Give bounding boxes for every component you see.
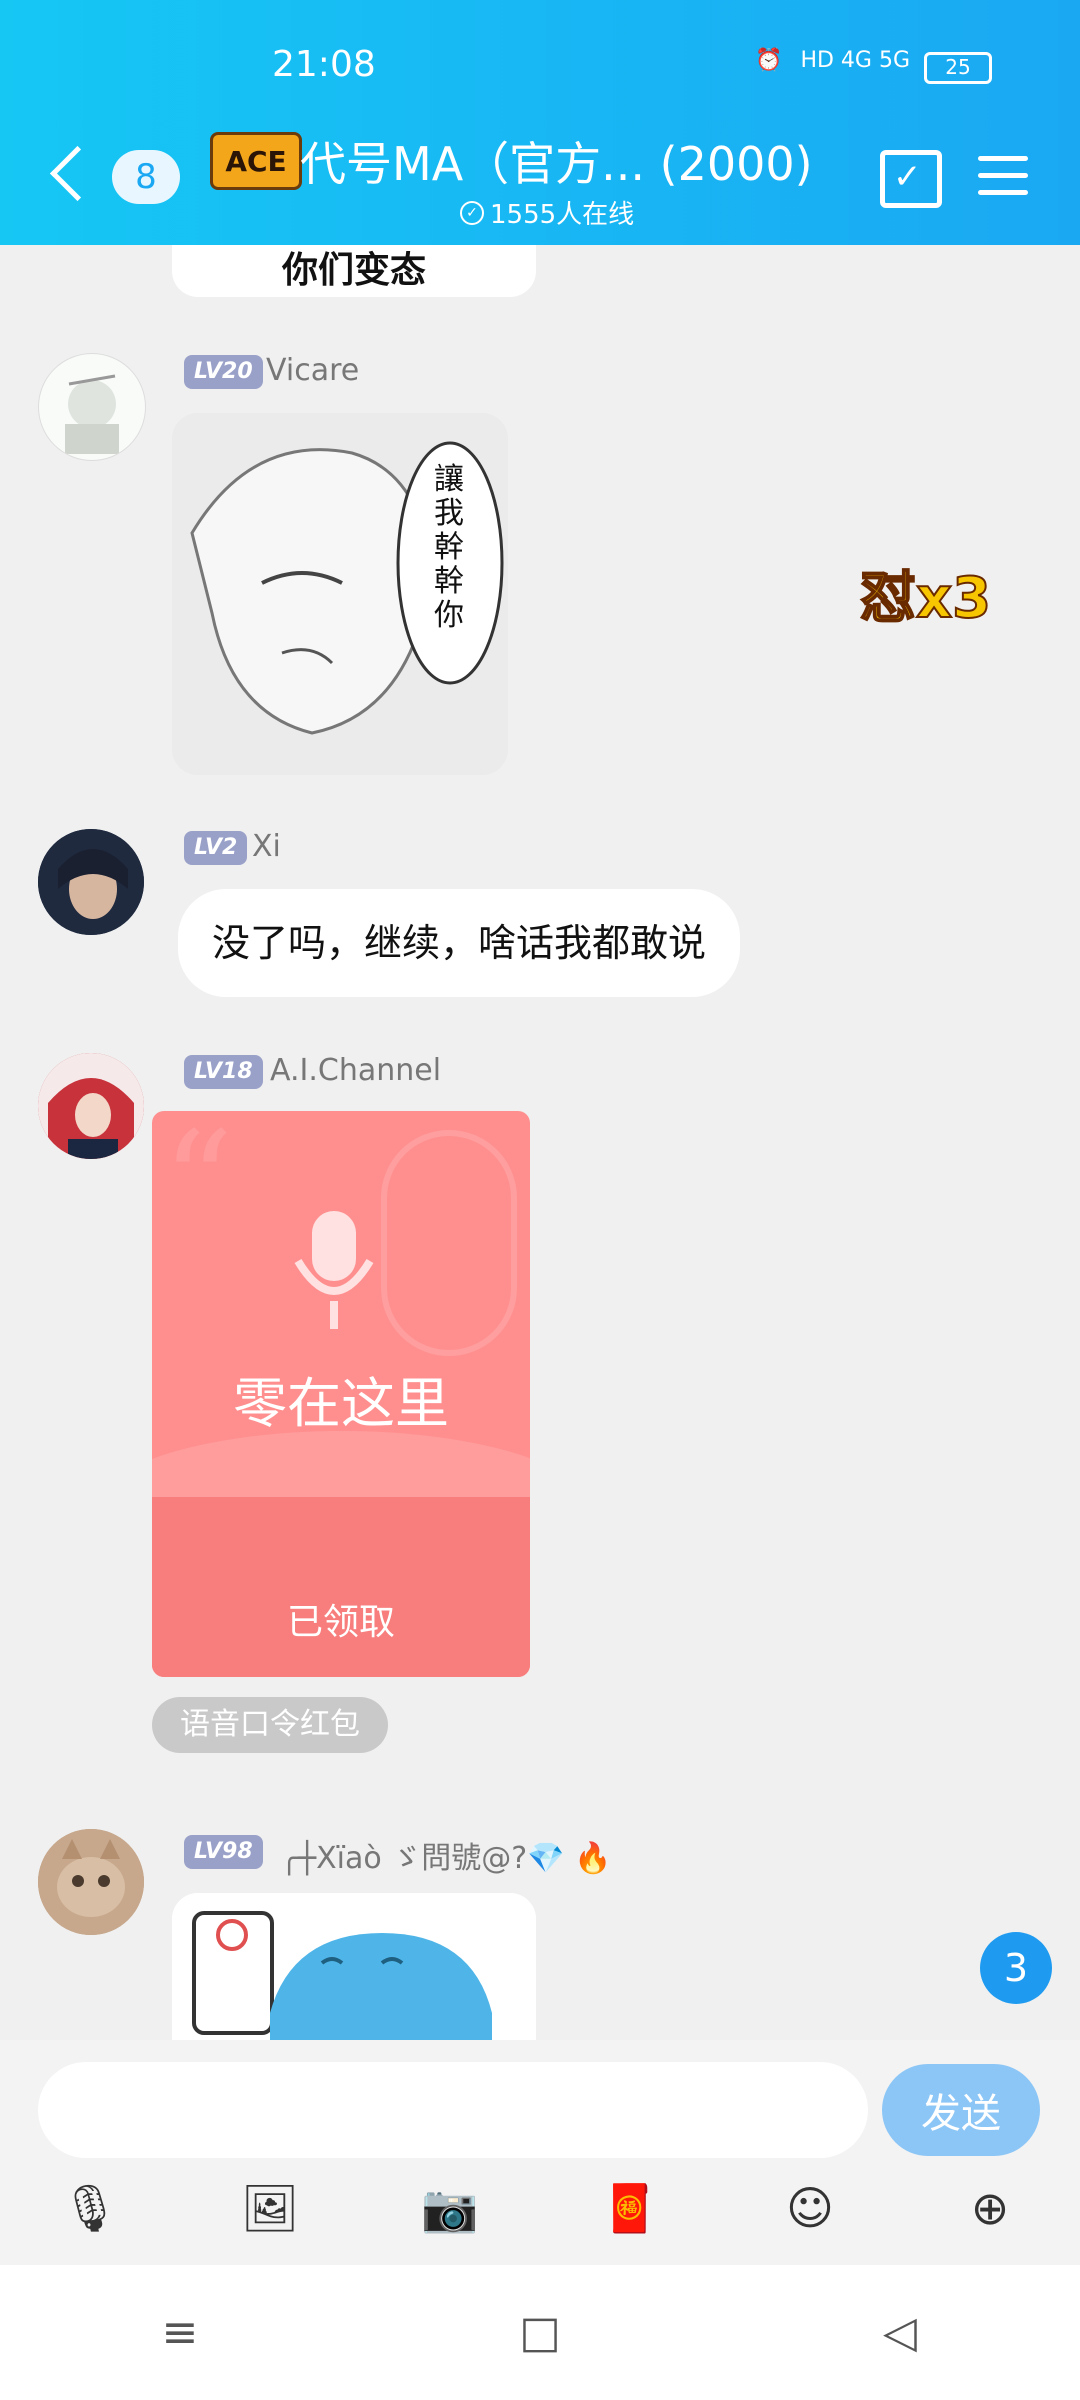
network-label: HD 4G 5G — [800, 48, 910, 73]
group-logo: ACE — [210, 132, 302, 190]
level-badge: LV2 — [184, 831, 248, 865]
back-icon[interactable]: ◁ — [870, 2303, 930, 2363]
system-nav-bar: ≡ □ ◁ — [0, 2265, 1080, 2400]
unread-count-badge[interactable]: 3 — [980, 1932, 1052, 2004]
send-button[interactable]: 发送 — [882, 2064, 1040, 2156]
calendar-check-icon[interactable] — [880, 150, 942, 208]
online-count: 1555人在线 — [490, 200, 635, 230]
chat-header: 21:08 ⏰ HD 4G 5G 25 8 ACE 代号MA（官方... (20… — [0, 0, 1080, 245]
nickname[interactable]: A.I.Channel — [270, 1053, 441, 1088]
avatar[interactable] — [38, 829, 144, 935]
avatar[interactable] — [38, 353, 146, 461]
red-packet-tag: 语音口令红包 — [152, 1697, 388, 1753]
mic-icon[interactable]: 🎙 — [60, 2178, 120, 2238]
online-check-icon: ✓ — [460, 200, 484, 225]
red-packet-status: 已领取 — [286, 1602, 395, 1643]
avatar[interactable] — [38, 1053, 144, 1159]
message-input[interactable] — [38, 2062, 868, 2158]
home-icon[interactable]: □ — [510, 2303, 570, 2363]
red-packet-icon[interactable]: 🧧 — [600, 2178, 660, 2238]
input-toolbar: 🎙 🖼 📷 🧧 ☺ ⊕ — [0, 2168, 1080, 2248]
partial-image-caption: 你们变态 — [281, 250, 426, 291]
text-message-bubble[interactable]: 没了吗，继续，啥话我都敢说 — [178, 889, 741, 997]
back-icon[interactable] — [49, 145, 106, 202]
svg-text:“: “ — [162, 1111, 234, 1265]
plus-icon[interactable]: ⊕ — [960, 2178, 1020, 2238]
camera-icon[interactable]: 📷 — [420, 2178, 480, 2238]
partial-image-message[interactable]: 你们变态 — [172, 245, 536, 297]
status-icons: ⏰ HD 4G 5G — [755, 48, 910, 73]
image-message[interactable] — [172, 1893, 536, 2040]
nickname[interactable]: Xi — [252, 829, 281, 864]
image-message[interactable]: 讓我幹幹你 — [172, 413, 508, 775]
red-packet-title: 零在这里 — [233, 1372, 449, 1435]
avatar[interactable] — [38, 1829, 144, 1935]
level-badge: LV98 — [184, 1835, 263, 1869]
combo-badge: 怼x3 — [859, 565, 992, 632]
nickname[interactable]: Vicare — [266, 353, 359, 388]
back-count-badge[interactable]: 8 — [112, 150, 180, 204]
recents-icon[interactable]: ≡ — [150, 2303, 210, 2363]
alarm-icon: ⏰ — [755, 48, 783, 73]
speech-bubble-text: 讓我幹幹你 — [434, 462, 464, 633]
menu-icon[interactable] — [978, 156, 1028, 196]
battery-icon: 25 — [924, 52, 992, 84]
group-title[interactable]: 代号MA（官方... (2000) — [300, 128, 813, 194]
level-badge: LV18 — [184, 1055, 263, 1089]
status-time: 21:08 — [272, 44, 376, 85]
chat-area[interactable]: 你们变态 怼x3 LV20 Vicare 讓我幹幹你 LV2 Xi 没了吗，继续… — [0, 245, 1080, 2045]
nickname[interactable]: ╭┼Xïaò ゞ問號@?💎 🔥 — [280, 1833, 611, 1877]
image-icon[interactable]: 🖼 — [240, 2178, 300, 2238]
online-status: ✓ 1555人在线 — [460, 194, 634, 231]
red-packet-card[interactable]: “ 零在这里 已领取 — [152, 1111, 530, 1677]
emoji-icon[interactable]: ☺ — [780, 2178, 840, 2238]
input-bar: 发送 🎙 🖼 📷 🧧 ☺ ⊕ — [0, 2040, 1080, 2265]
level-badge: LV20 — [184, 355, 263, 389]
